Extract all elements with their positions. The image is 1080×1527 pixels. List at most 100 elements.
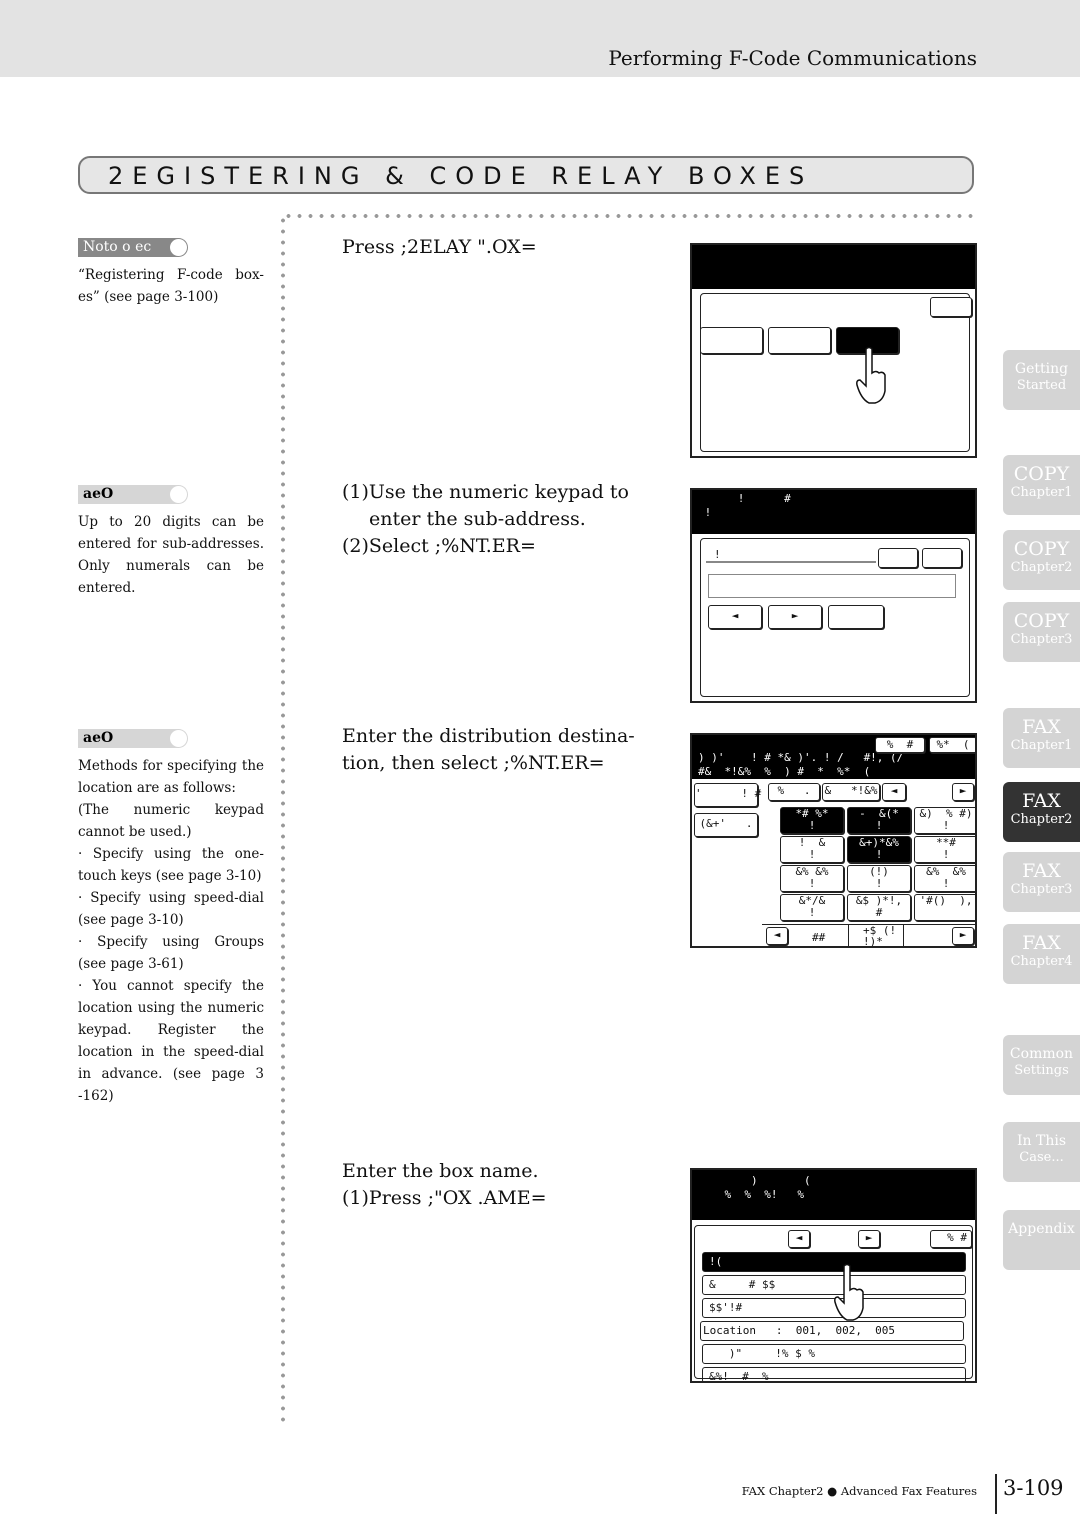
note-line: · Specify using speed-dial (see page 3-1… xyxy=(78,890,264,928)
hand-pointer-icon xyxy=(856,346,886,404)
screen-header xyxy=(692,245,975,289)
step-line: (2)Select ;%NT.ER= xyxy=(342,535,536,557)
screen-button[interactable] xyxy=(700,327,763,354)
footer: FAX Chapter2 ● Advanced Fax Features xyxy=(742,1484,977,1498)
dotted-divider xyxy=(281,215,285,1425)
tab-subtitle: Chapter3 xyxy=(1010,882,1073,897)
cursor-left-button[interactable]: ◄ xyxy=(708,605,762,629)
note-label: aeO xyxy=(78,485,188,504)
screen-box-name: ) ( % % %! % ◄ ► % # !( & # $$ $$'!# Loc… xyxy=(690,1168,977,1383)
tab-subtitle: Chapter1 xyxy=(1010,738,1073,753)
tab-button[interactable]: % . xyxy=(768,783,820,801)
note-line: · Specify using the one-touch keys (see … xyxy=(78,846,264,884)
prev-button[interactable]: ◄ xyxy=(788,1230,810,1248)
step-2: (1)Use the numeric keypad to enter the s… xyxy=(342,479,662,560)
one-touch-key[interactable]: **# ! xyxy=(914,836,975,863)
note-line: Methods for specifying the location are … xyxy=(78,758,264,796)
tab-subtitle: Chapter3 xyxy=(1010,632,1073,647)
setting-row[interactable]: )" !% $ % xyxy=(702,1344,966,1364)
tab-title: FAX xyxy=(1022,860,1061,882)
screen-relay-box xyxy=(690,243,977,458)
location-row[interactable]: Location : 001, 002, 005 xyxy=(700,1321,964,1341)
tab-subtitle: Case... xyxy=(1019,1150,1064,1165)
tab-title: COPY xyxy=(1013,463,1070,485)
one-touch-key[interactable]: (!) ! xyxy=(847,865,911,892)
screen-button[interactable]: ' ! # xyxy=(694,783,761,807)
one-touch-key[interactable]: &$ )*!, # xyxy=(847,894,911,921)
screen-button[interactable]: % # xyxy=(875,737,925,753)
section-title: 2EGISTERING & CODE RELAY BOXES xyxy=(78,156,974,194)
chapter-tab[interactable]: COPY Chapter1 xyxy=(1003,455,1080,515)
chapter-tab[interactable]: Getting Started xyxy=(1003,350,1080,410)
sub-address-input[interactable] xyxy=(708,574,956,598)
next-page-button[interactable]: ► xyxy=(952,927,974,945)
next-button[interactable]: ► xyxy=(952,783,974,801)
one-touch-key[interactable]: '#() ), xyxy=(914,894,975,921)
screen-button[interactable]: % # xyxy=(930,1230,972,1248)
screen-panel xyxy=(700,293,970,452)
note-label: Noto o ec xyxy=(78,238,188,257)
step-1: Press ;2ELAY ".OX= xyxy=(342,236,537,258)
prev-page-button[interactable]: ◄ xyxy=(766,927,788,945)
cursor-right-button[interactable]: ► xyxy=(768,605,822,629)
one-touch-key[interactable]: - &(* ! xyxy=(847,807,911,834)
screen-button[interactable]: %* ( xyxy=(929,737,975,753)
tab-title: FAX xyxy=(1022,716,1061,738)
one-touch-key[interactable]: &) % #) ! xyxy=(914,807,975,834)
tab-subtitle: Chapter4 xyxy=(1010,954,1073,969)
page-number: 3-109 xyxy=(995,1474,1064,1514)
step-line: tion, then select ;%NT.ER= xyxy=(342,752,605,774)
hand-pointer-icon xyxy=(834,1263,864,1321)
one-touch-key[interactable]: &% &% ! xyxy=(780,865,844,892)
step-line: (1)Use the numeric keypad to xyxy=(342,481,629,503)
chapter-tab[interactable]: COPY Chapter3 xyxy=(1003,602,1080,662)
screen-button[interactable] xyxy=(930,297,972,317)
one-touch-key[interactable]: ! & ! xyxy=(780,836,844,863)
one-touch-key[interactable]: &+)*&% ! xyxy=(847,836,911,863)
step-line: enter the sub-address. xyxy=(369,508,586,530)
tab-title: Getting xyxy=(1014,361,1069,377)
one-touch-key[interactable]: &*/& ! xyxy=(780,894,844,921)
next-button[interactable]: ► xyxy=(858,1230,880,1248)
tab-title: FAX xyxy=(1022,932,1061,954)
note-text: “Registering F-code box-es” (see page 3-… xyxy=(78,267,264,305)
screen-header: ! # ! xyxy=(692,490,975,534)
chapter-tab[interactable]: FAX Chapter1 xyxy=(1003,708,1080,768)
screen-button[interactable]: (&+' . xyxy=(694,813,758,837)
chapter-tab[interactable]: Appendix xyxy=(1003,1210,1080,1270)
screen-button[interactable] xyxy=(922,548,962,568)
prev-button[interactable]: ◄ xyxy=(882,783,906,801)
note-line: · You cannot specify the location using … xyxy=(78,978,264,1104)
step-line: Enter the box name. xyxy=(342,1160,539,1182)
screen-destination: ) )' ! # *& )'. ! / #!, (/ #& *!&% % ) #… xyxy=(690,733,977,948)
step-3: Enter the distribution destina- tion, th… xyxy=(342,723,662,777)
screen-button[interactable] xyxy=(878,548,918,568)
one-touch-key[interactable]: &% &% ! xyxy=(914,865,975,892)
screen-button[interactable] xyxy=(768,327,831,354)
page-label: +$ (! !)* xyxy=(848,924,904,946)
note-list: Methods for specifying the location are … xyxy=(78,755,264,1107)
tab-subtitle: Started xyxy=(1016,378,1067,393)
chapter-tab[interactable]: FAX Chapter2 xyxy=(1003,782,1080,842)
chapter-tab[interactable]: COPY Chapter2 xyxy=(1003,530,1080,590)
tab-subtitle: Chapter2 xyxy=(1010,560,1073,575)
tab-title: In This xyxy=(1016,1133,1066,1149)
header-title: Performing F-Code Communications xyxy=(608,46,977,70)
tab-title: Appendix xyxy=(1008,1221,1075,1237)
footer-chapter: FAX Chapter2 xyxy=(741,1484,824,1498)
screen-button[interactable] xyxy=(828,605,884,629)
screen-header: ) ( % % %! % xyxy=(692,1170,975,1220)
tab-subtitle: Settings xyxy=(1014,1063,1069,1078)
tab-subtitle: Chapter1 xyxy=(1010,485,1073,500)
chapter-tab[interactable]: FAX Chapter4 xyxy=(1003,924,1080,984)
chapter-tab[interactable]: Common Settings xyxy=(1003,1035,1080,1095)
chapter-tab[interactable]: In This Case... xyxy=(1003,1122,1080,1182)
setting-row[interactable]: &%! # % xyxy=(702,1367,966,1381)
tab-subtitle: Chapter2 xyxy=(1010,812,1073,827)
tab-title: COPY xyxy=(1013,538,1070,560)
chapter-tab[interactable]: FAX Chapter3 xyxy=(1003,852,1080,912)
one-touch-key[interactable]: *# %* ! xyxy=(780,807,844,834)
field-label: ! xyxy=(706,548,876,563)
tab-button[interactable]: & *!&% xyxy=(822,783,880,801)
dotted-divider xyxy=(283,214,977,218)
